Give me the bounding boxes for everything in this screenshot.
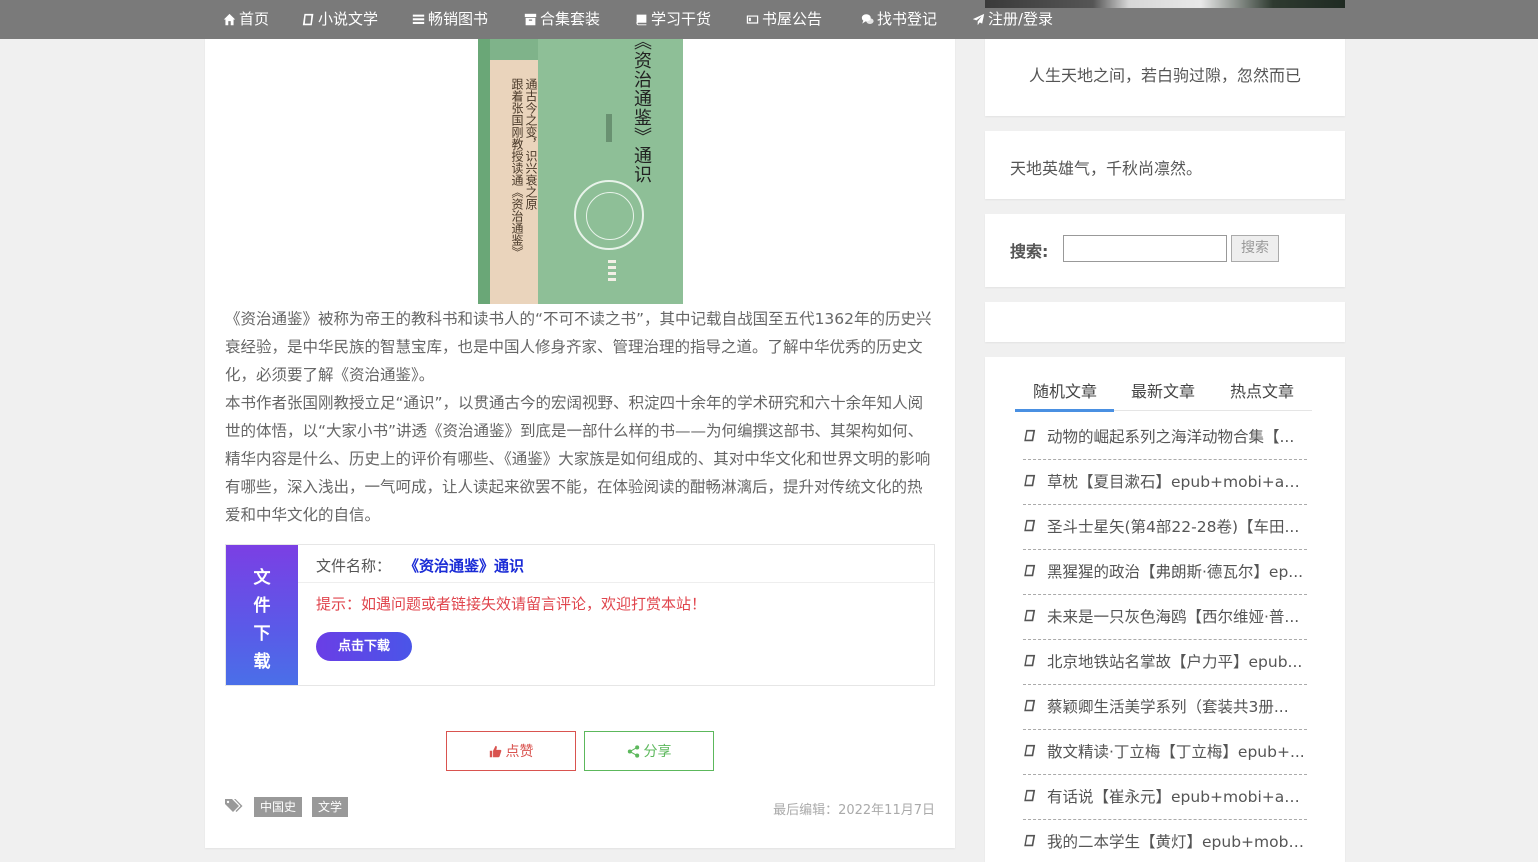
nav-study[interactable]: 学习干货 <box>635 0 711 39</box>
tag-literature[interactable]: 文学 <box>312 797 349 817</box>
comments-icon <box>861 14 874 24</box>
download-side-char: 件 <box>253 596 271 616</box>
file-name-label: 文件名称： <box>316 557 392 575</box>
sidebar-quote-1: 人生天地之间，若白驹过隙，忽然而已 <box>1029 66 1302 85</box>
tab-random-articles[interactable]: 随机文章 <box>1033 378 1097 402</box>
sidebar-empty-card <box>985 302 1345 342</box>
search-label: 搜索: <box>1010 242 1049 261</box>
tag-chinese-history[interactable]: 中国史 <box>254 797 303 817</box>
download-side-char: 文 <box>253 568 271 588</box>
book-icon <box>1024 564 1036 577</box>
nav-notice[interactable]: 书屋公告 <box>746 0 822 39</box>
cover-title: 《资治通鉴》通识 <box>631 32 652 184</box>
tab-latest-articles[interactable]: 最新文章 <box>1131 378 1195 402</box>
nav-collections[interactable]: 合集套装 <box>524 0 600 39</box>
download-button[interactable]: 点击下载 <box>316 632 412 661</box>
book-cover-image: 《资治通鉴》通识 通古今之变，识兴衰之原 跟着张国刚教授读通《资治通鉴》 <box>478 4 683 304</box>
tab-active-indicator <box>1015 409 1114 412</box>
sidebar-article-title: 散文精读·丁立梅【丁立梅】epub+... <box>1047 743 1305 761</box>
cover-publisher-mark <box>608 260 616 282</box>
download-tip: 提示：如遇问题或者链接失效请留言评论，欢迎打赏本站！ <box>316 595 707 613</box>
nav-home[interactable]: 首页 <box>223 0 269 39</box>
nav-study-label: 学习干货 <box>651 10 712 28</box>
nav-bestsellers[interactable]: 畅销图书 <box>412 0 488 39</box>
sidebar-banner-image <box>985 0 1345 8</box>
home-icon <box>223 13 236 26</box>
cover-subtitle-line1: 通古今之变，识兴衰之原 <box>524 78 538 210</box>
nav-novels-label: 小说文学 <box>318 10 379 28</box>
sidebar-article-title: 草枕【夏目漱石】epub+mobi+az... <box>1047 473 1305 491</box>
search-input[interactable] <box>1063 235 1227 262</box>
book-open-icon <box>636 14 647 26</box>
nav-find-book[interactable]: 找书登记 <box>861 0 937 39</box>
sidebar-article-title: 黑猩猩的政治【弗朗斯·德瓦尔】ep... <box>1047 563 1304 581</box>
nav-notice-label: 书屋公告 <box>762 10 823 28</box>
book-icon <box>1024 474 1036 487</box>
like-button[interactable]: 点赞 <box>446 731 576 771</box>
book-icon <box>1024 519 1036 532</box>
sidebar-article-title: 我的二本学生【黄灯】epub+mobi... <box>1047 833 1305 851</box>
tab-hot-articles[interactable]: 热点文章 <box>1230 378 1294 402</box>
cover-subtitle: 通古今之变，识兴衰之原 跟着张国刚教授读通《资治通鉴》 <box>510 78 538 258</box>
tags-icon <box>225 799 243 812</box>
sidebar-quote-2: 天地英雄气，千秋尚凛然。 <box>1010 159 1203 178</box>
nav-find-book-label: 找书登记 <box>877 10 938 28</box>
download-side-char: 下 <box>253 624 271 644</box>
cover-subtitle-line2: 跟着张国刚教授读通《资治通鉴》 <box>510 78 524 258</box>
search-button[interactable]: 搜索 <box>1231 235 1279 262</box>
sidebar-article-title: 圣斗士星矢(第4部22-28卷)【车田... <box>1047 518 1300 536</box>
sidebar-article-title: 北京地铁站名掌故【户力平】epub... <box>1047 653 1303 671</box>
cover-author-mark <box>606 114 612 142</box>
article-paragraph-2: 本书作者张国刚教授立足“通识”，以贯通古今的宏阔视野、积淀四十余年的学术研究和六… <box>225 394 931 524</box>
file-name-value: 《资治通鉴》通识 <box>404 557 525 575</box>
book-icon <box>1024 834 1036 847</box>
book-icon <box>1024 699 1036 712</box>
book-icon <box>1024 789 1036 802</box>
share-button[interactable]: 分享 <box>584 731 714 771</box>
sidebar-article-item[interactable]: 有话说【崔永元】epub+mobi+az... <box>1023 775 1307 820</box>
nav-home-label: 首页 <box>239 10 270 28</box>
nav-novels[interactable]: 小说文学 <box>302 0 378 39</box>
nav-collections-label: 合集套装 <box>540 10 601 28</box>
list-icon <box>412 14 425 24</box>
archive-icon <box>524 13 537 26</box>
book-icon <box>1024 609 1036 622</box>
sidebar-article-item[interactable]: 蔡颖卿生活美学系列（套装共3册... <box>1023 685 1307 730</box>
sidebar-article-item[interactable]: 动物的崛起系列之海洋动物合集【... <box>1023 415 1307 460</box>
nav-bestsellers-label: 畅销图书 <box>428 10 489 28</box>
like-label: 点赞 <box>505 744 534 760</box>
article-paragraph-1: 《资治通鉴》被称为帝王的教科书和读书人的“不可不读之书”，其中记载自战国至五代1… <box>225 310 932 384</box>
book-icon <box>302 13 314 26</box>
sidebar-article-title: 蔡颖卿生活美学系列（套装共3册... <box>1047 698 1289 716</box>
sidebar-article-title: 动物的崛起系列之海洋动物合集【... <box>1047 428 1295 446</box>
cover-spine <box>478 4 490 304</box>
last-edited-date: 最后编辑：2022年11月7日 <box>773 803 935 818</box>
book-icon <box>1024 654 1036 667</box>
sidebar-article-title: 有话说【崔永元】epub+mobi+az... <box>1047 788 1305 806</box>
sidebar-article-item[interactable]: 圣斗士星矢(第4部22-28卷)【车田... <box>1023 505 1307 550</box>
sidebar-article-item[interactable]: 我的二本学生【黄灯】epub+mobi... <box>1023 820 1307 862</box>
thumbs-up-icon <box>489 745 501 757</box>
download-side-label: 文 件 下 载 <box>226 545 298 685</box>
sidebar-article-item[interactable]: 草枕【夏目漱石】epub+mobi+az... <box>1023 460 1307 505</box>
share-alt-icon <box>627 744 639 758</box>
sidebar-article-item[interactable]: 北京地铁站名掌故【户力平】epub... <box>1023 640 1307 685</box>
download-side-char: 载 <box>253 652 271 672</box>
file-name-row: 文件名称： 《资治通鉴》通识 <box>298 545 934 583</box>
sidebar-article-item[interactable]: 黑猩猩的政治【弗朗斯·德瓦尔】ep... <box>1023 550 1307 595</box>
sidebar-article-title: 未来是一只灰色海鸥【西尔维娅·普... <box>1047 608 1300 626</box>
book-icon <box>1024 429 1036 442</box>
sidebar-article-item[interactable]: 散文精读·丁立梅【丁立梅】epub+... <box>1023 730 1307 775</box>
share-label: 分享 <box>643 744 672 760</box>
sidebar-article-item[interactable]: 未来是一只灰色海鸥【西尔维娅·普... <box>1023 595 1307 640</box>
cover-seal-emblem <box>574 180 644 250</box>
card-icon <box>746 15 759 24</box>
book-icon <box>1024 744 1036 757</box>
download-box: 文 件 下 载 文件名称： 《资治通鉴》通识 提示：如遇问题或者链接失效请留言评… <box>225 544 935 686</box>
paper-plane-icon <box>972 13 985 26</box>
